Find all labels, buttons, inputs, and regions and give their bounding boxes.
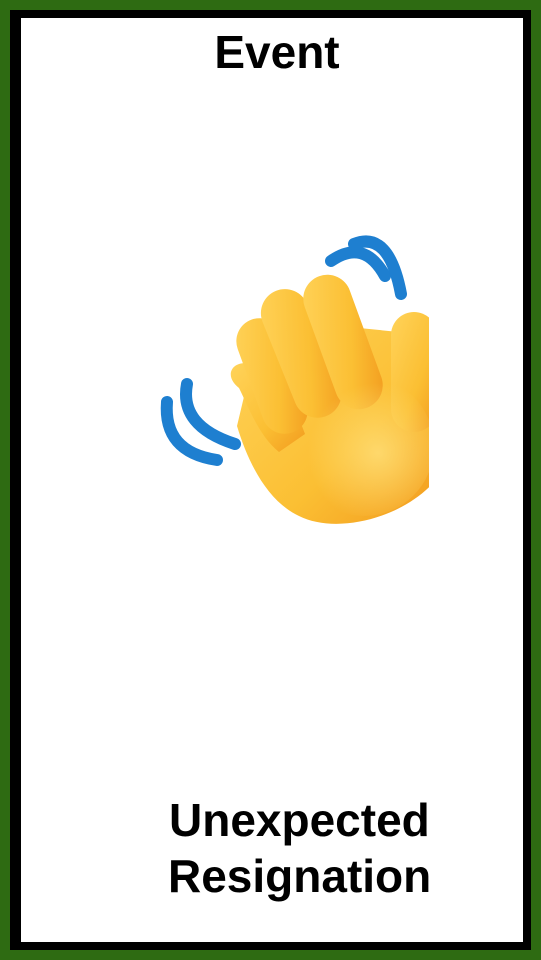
waving-hand-icon <box>160 235 429 524</box>
caption-line-1: Unexpected <box>169 794 430 846</box>
caption-line-2: Resignation <box>168 850 432 902</box>
card-caption: Unexpected Resignation <box>168 792 469 904</box>
card-frame: Event Unexpected Resignation <box>10 10 531 950</box>
card-title: Event <box>214 26 340 78</box>
event-card: Event Unexpected Resignation <box>0 0 541 960</box>
card-face: Event Unexpected Resignation <box>18 18 523 942</box>
